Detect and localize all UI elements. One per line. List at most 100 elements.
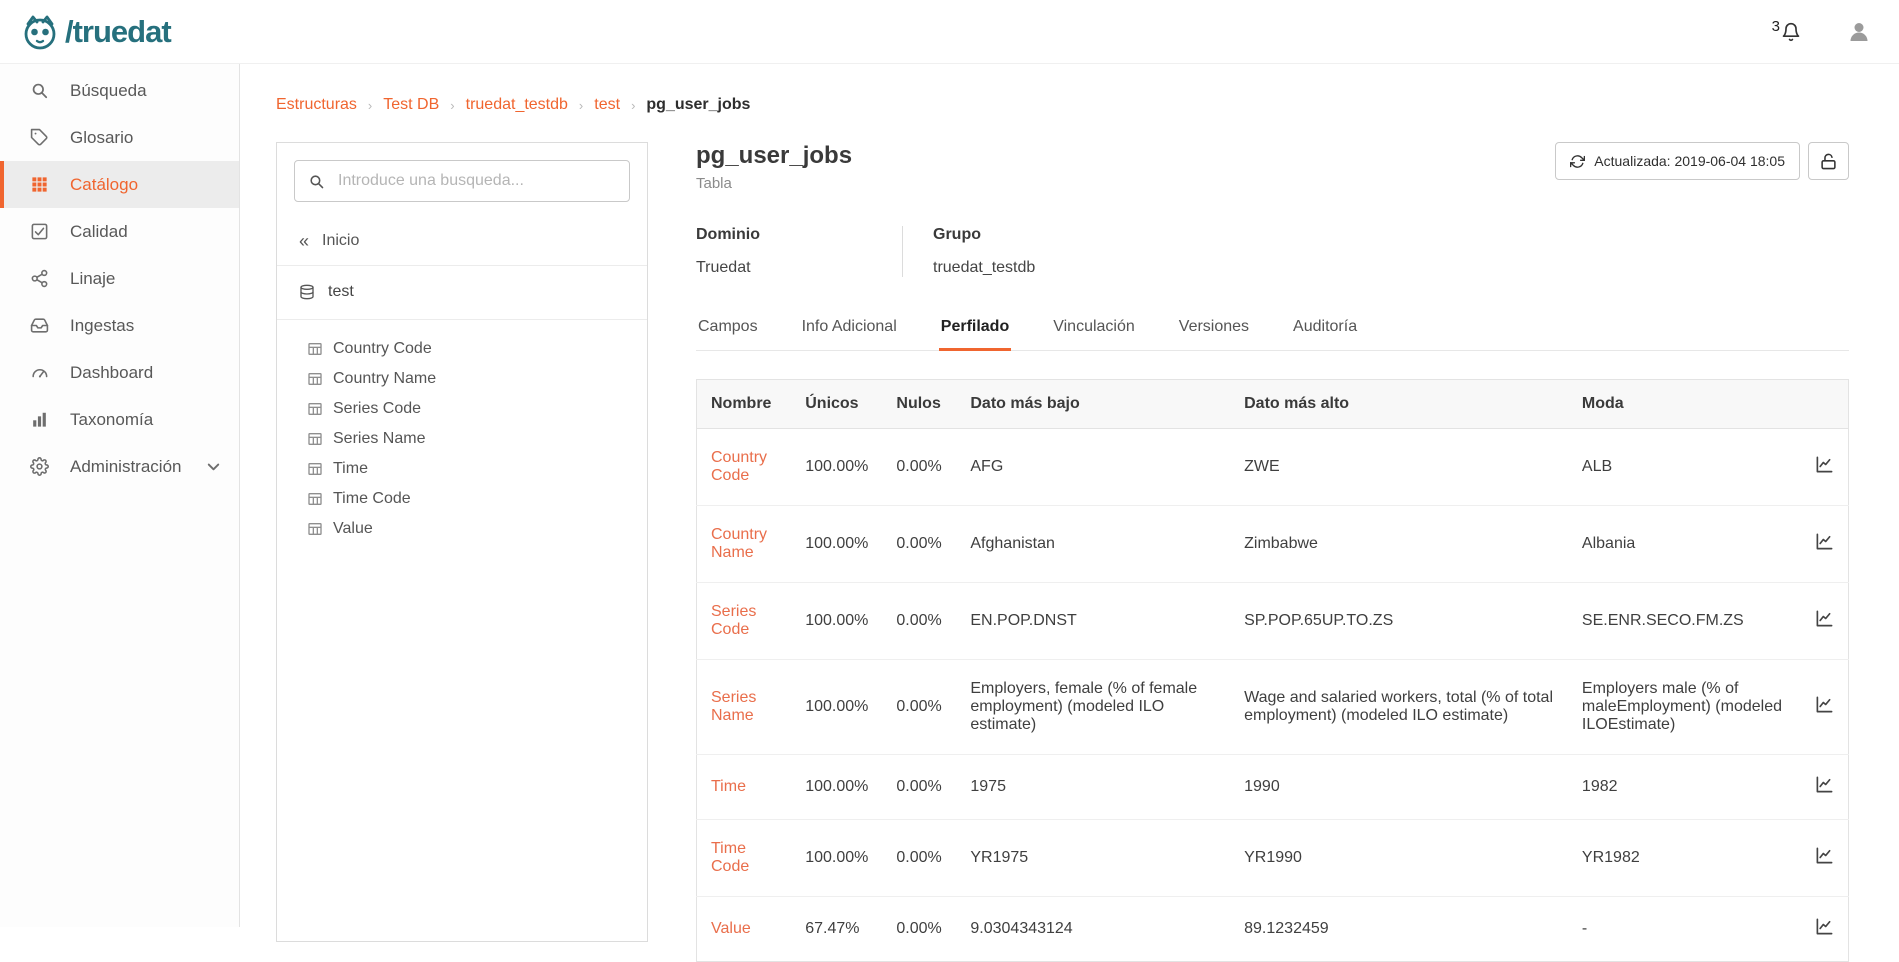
mode-value: - — [1568, 897, 1801, 962]
tag-icon — [30, 128, 49, 147]
structure-tree-panel: Inicio test Country Code Country Name — [276, 142, 648, 942]
domain-value: Truedat — [696, 259, 902, 277]
unique-value: 67.47% — [791, 897, 882, 962]
field-name-link[interactable]: Series Name — [711, 689, 756, 724]
sidebar-item-linaje[interactable]: Linaje — [0, 255, 239, 302]
share-nodes-icon — [30, 269, 49, 288]
breadcrumb-current: pg_user_jobs — [646, 96, 750, 114]
sidebar-item-busqueda[interactable]: Búsqueda — [0, 67, 239, 114]
sidebar-item-administracion[interactable]: Administración — [0, 443, 239, 490]
bar-chart-icon — [30, 410, 49, 429]
sidebar-item-catalogo[interactable]: Catálogo — [0, 161, 239, 208]
tab-auditoria[interactable]: Auditoría — [1291, 309, 1359, 350]
breadcrumb-link-database[interactable]: truedat_testdb — [466, 96, 568, 114]
tree-column-label: Series Name — [333, 430, 425, 448]
nulls-value: 0.00% — [882, 583, 956, 660]
group-block: Grupo truedat_testdb — [903, 226, 1035, 277]
tab-versiones[interactable]: Versiones — [1177, 309, 1251, 350]
topbar-actions: 3 — [1772, 20, 1871, 44]
lowest-value: AFG — [956, 429, 1230, 506]
lowest-value: YR1975 — [956, 820, 1230, 897]
breadcrumb-link-estructuras[interactable]: Estructuras — [276, 96, 357, 114]
table-icon — [307, 491, 323, 507]
updated-label: Actualizada: 2019-06-04 18:05 — [1594, 153, 1785, 169]
nulls-value: 0.00% — [882, 755, 956, 820]
chart-line-icon[interactable] — [1815, 532, 1834, 551]
main-content: Estructuras Test DB truedat_testdb test … — [240, 64, 1899, 927]
highest-value: Zimbabwe — [1230, 506, 1568, 583]
tree-column-item[interactable]: Series Code — [307, 394, 647, 424]
breadcrumb-separator-icon — [368, 98, 372, 113]
notifications-button[interactable]: 3 — [1772, 22, 1801, 42]
field-name-link[interactable]: Country Code — [711, 449, 767, 484]
highest-value: 1990 — [1230, 755, 1568, 820]
unique-value: 100.00% — [791, 820, 882, 897]
tab-vinculacion[interactable]: Vinculación — [1051, 309, 1137, 350]
chevron-double-left-icon — [299, 232, 309, 250]
tree-column-list: Country Code Country Name Series Code Se… — [277, 334, 647, 558]
unique-value: 100.00% — [791, 755, 882, 820]
chart-line-icon[interactable] — [1815, 775, 1834, 794]
sidebar-item-label: Catálogo — [70, 175, 138, 195]
sidebar-item-calidad[interactable]: Calidad — [0, 208, 239, 255]
user-icon[interactable] — [1847, 20, 1871, 44]
sidebar-item-taxonomia[interactable]: Taxonomía — [0, 396, 239, 443]
sidebar-item-glosario[interactable]: Glosario — [0, 114, 239, 161]
inbox-icon — [30, 316, 49, 335]
field-name-link[interactable]: Time Code — [711, 840, 749, 875]
search-icon — [308, 173, 325, 190]
chart-line-icon[interactable] — [1815, 609, 1834, 628]
gauge-icon — [30, 363, 49, 382]
detail-tabs: Campos Info Adicional Perfilado Vinculac… — [696, 309, 1849, 351]
tree-column-label: Country Name — [333, 370, 436, 388]
field-name-link[interactable]: Time — [711, 778, 746, 795]
sidebar-item-label: Ingestas — [70, 316, 134, 336]
table-icon — [307, 521, 323, 537]
tree-parent-label: test — [328, 283, 354, 301]
chart-line-icon[interactable] — [1815, 846, 1834, 865]
tab-perfilado[interactable]: Perfilado — [939, 309, 1011, 351]
column-header-moda: Moda — [1568, 380, 1801, 429]
unique-value: 100.00% — [791, 506, 882, 583]
field-name-link[interactable]: Country Name — [711, 526, 767, 561]
field-name-link[interactable]: Value — [711, 920, 751, 937]
chevron-down-icon — [204, 457, 223, 476]
refresh-icon — [1570, 154, 1585, 169]
tree-search-input[interactable] — [336, 171, 616, 191]
tree-column-item[interactable]: Country Code — [307, 334, 647, 364]
breadcrumb-link-system[interactable]: Test DB — [383, 96, 439, 114]
tree-search-box — [294, 160, 630, 202]
updated-button[interactable]: Actualizada: 2019-06-04 18:05 — [1555, 142, 1800, 180]
group-value: truedat_testdb — [933, 259, 1035, 277]
search-icon — [30, 81, 49, 100]
sidebar-item-ingestas[interactable]: Ingestas — [0, 302, 239, 349]
highest-value: YR1990 — [1230, 820, 1568, 897]
tab-campos[interactable]: Campos — [696, 309, 760, 350]
highest-value: Wage and salaried workers, total (% of t… — [1230, 660, 1568, 755]
sidebar-item-dashboard[interactable]: Dashboard — [0, 349, 239, 396]
group-label: Grupo — [933, 226, 1035, 244]
app-logo[interactable]: /truedat — [20, 12, 171, 52]
tree-column-item[interactable]: Value — [307, 514, 647, 544]
breadcrumb-link-schema[interactable]: test — [594, 96, 620, 114]
field-name-link[interactable]: Series Code — [711, 603, 756, 638]
chart-line-icon[interactable] — [1815, 455, 1834, 474]
tree-column-item[interactable]: Country Name — [307, 364, 647, 394]
highest-value: 89.1232459 — [1230, 897, 1568, 962]
tree-back-button[interactable]: Inicio — [277, 219, 647, 266]
sidebar-item-label: Linaje — [70, 269, 115, 289]
lock-button[interactable] — [1808, 142, 1849, 180]
notification-count: 3 — [1772, 18, 1780, 35]
tree-column-item[interactable]: Series Name — [307, 424, 647, 454]
chart-line-icon[interactable] — [1815, 695, 1834, 714]
profile-table-row: Time 100.00% 0.00% 1975 1990 1982 — [697, 755, 1849, 820]
tab-info-adicional[interactable]: Info Adicional — [800, 309, 899, 350]
tree-column-item[interactable]: Time — [307, 454, 647, 484]
breadcrumb-separator-icon — [579, 98, 583, 113]
domain-label: Dominio — [696, 226, 902, 244]
top-bar: /truedat 3 — [0, 0, 1899, 64]
meta-row: Dominio Truedat Grupo truedat_testdb — [696, 226, 1849, 277]
tree-column-item[interactable]: Time Code — [307, 484, 647, 514]
tree-parent-item[interactable]: test — [277, 266, 647, 320]
breadcrumb-separator-icon — [631, 98, 635, 113]
